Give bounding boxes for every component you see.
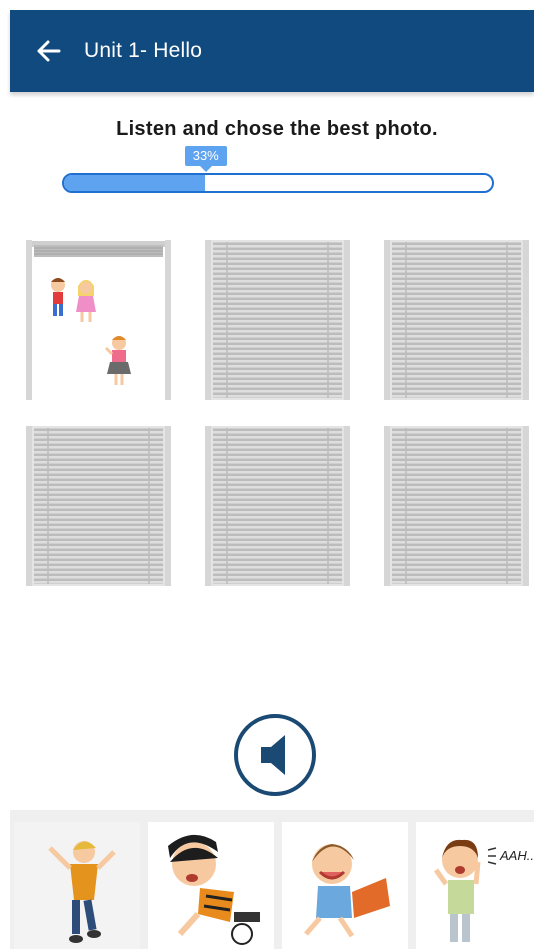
progress-fill: [64, 175, 206, 191]
closed-blinds-icon: [384, 426, 529, 586]
top-app-bar: Unit 1- Hello: [10, 10, 534, 92]
answer-card-caption: AAH..: [499, 848, 534, 863]
closed-blinds-icon: [384, 240, 529, 400]
photo-cell-5-closed[interactable]: [205, 426, 350, 586]
photo-cell-4-closed[interactable]: [26, 426, 171, 586]
answer-tray: AAH..: [10, 810, 534, 949]
page-title: Unit 1- Hello: [84, 39, 203, 62]
play-audio-button[interactable]: [233, 713, 317, 797]
speaker-icon: [234, 714, 316, 796]
answer-card-boy-toothache[interactable]: AAH..: [416, 822, 534, 949]
instruction-text: Listen and chose the best photo.: [116, 118, 438, 140]
answer-card-girl-crying[interactable]: [282, 822, 408, 949]
arrow-left-icon: [37, 40, 61, 62]
back-button[interactable]: [28, 31, 68, 71]
photo-cell-1-revealed[interactable]: [26, 240, 171, 400]
progress-bar: [62, 173, 494, 193]
photo-cell-3-closed[interactable]: [384, 240, 529, 400]
closed-blinds-icon: [205, 240, 350, 400]
answer-card-boy-fallen[interactable]: [148, 822, 274, 949]
closed-blinds-icon: [205, 426, 350, 586]
photo-cell-2-closed[interactable]: [205, 240, 350, 400]
closed-blinds-icon: [26, 426, 171, 586]
answer-card-boy-jumping[interactable]: [14, 822, 140, 949]
photo-cell-6-closed[interactable]: [384, 426, 529, 586]
progress-badge: 33%: [184, 146, 227, 172]
